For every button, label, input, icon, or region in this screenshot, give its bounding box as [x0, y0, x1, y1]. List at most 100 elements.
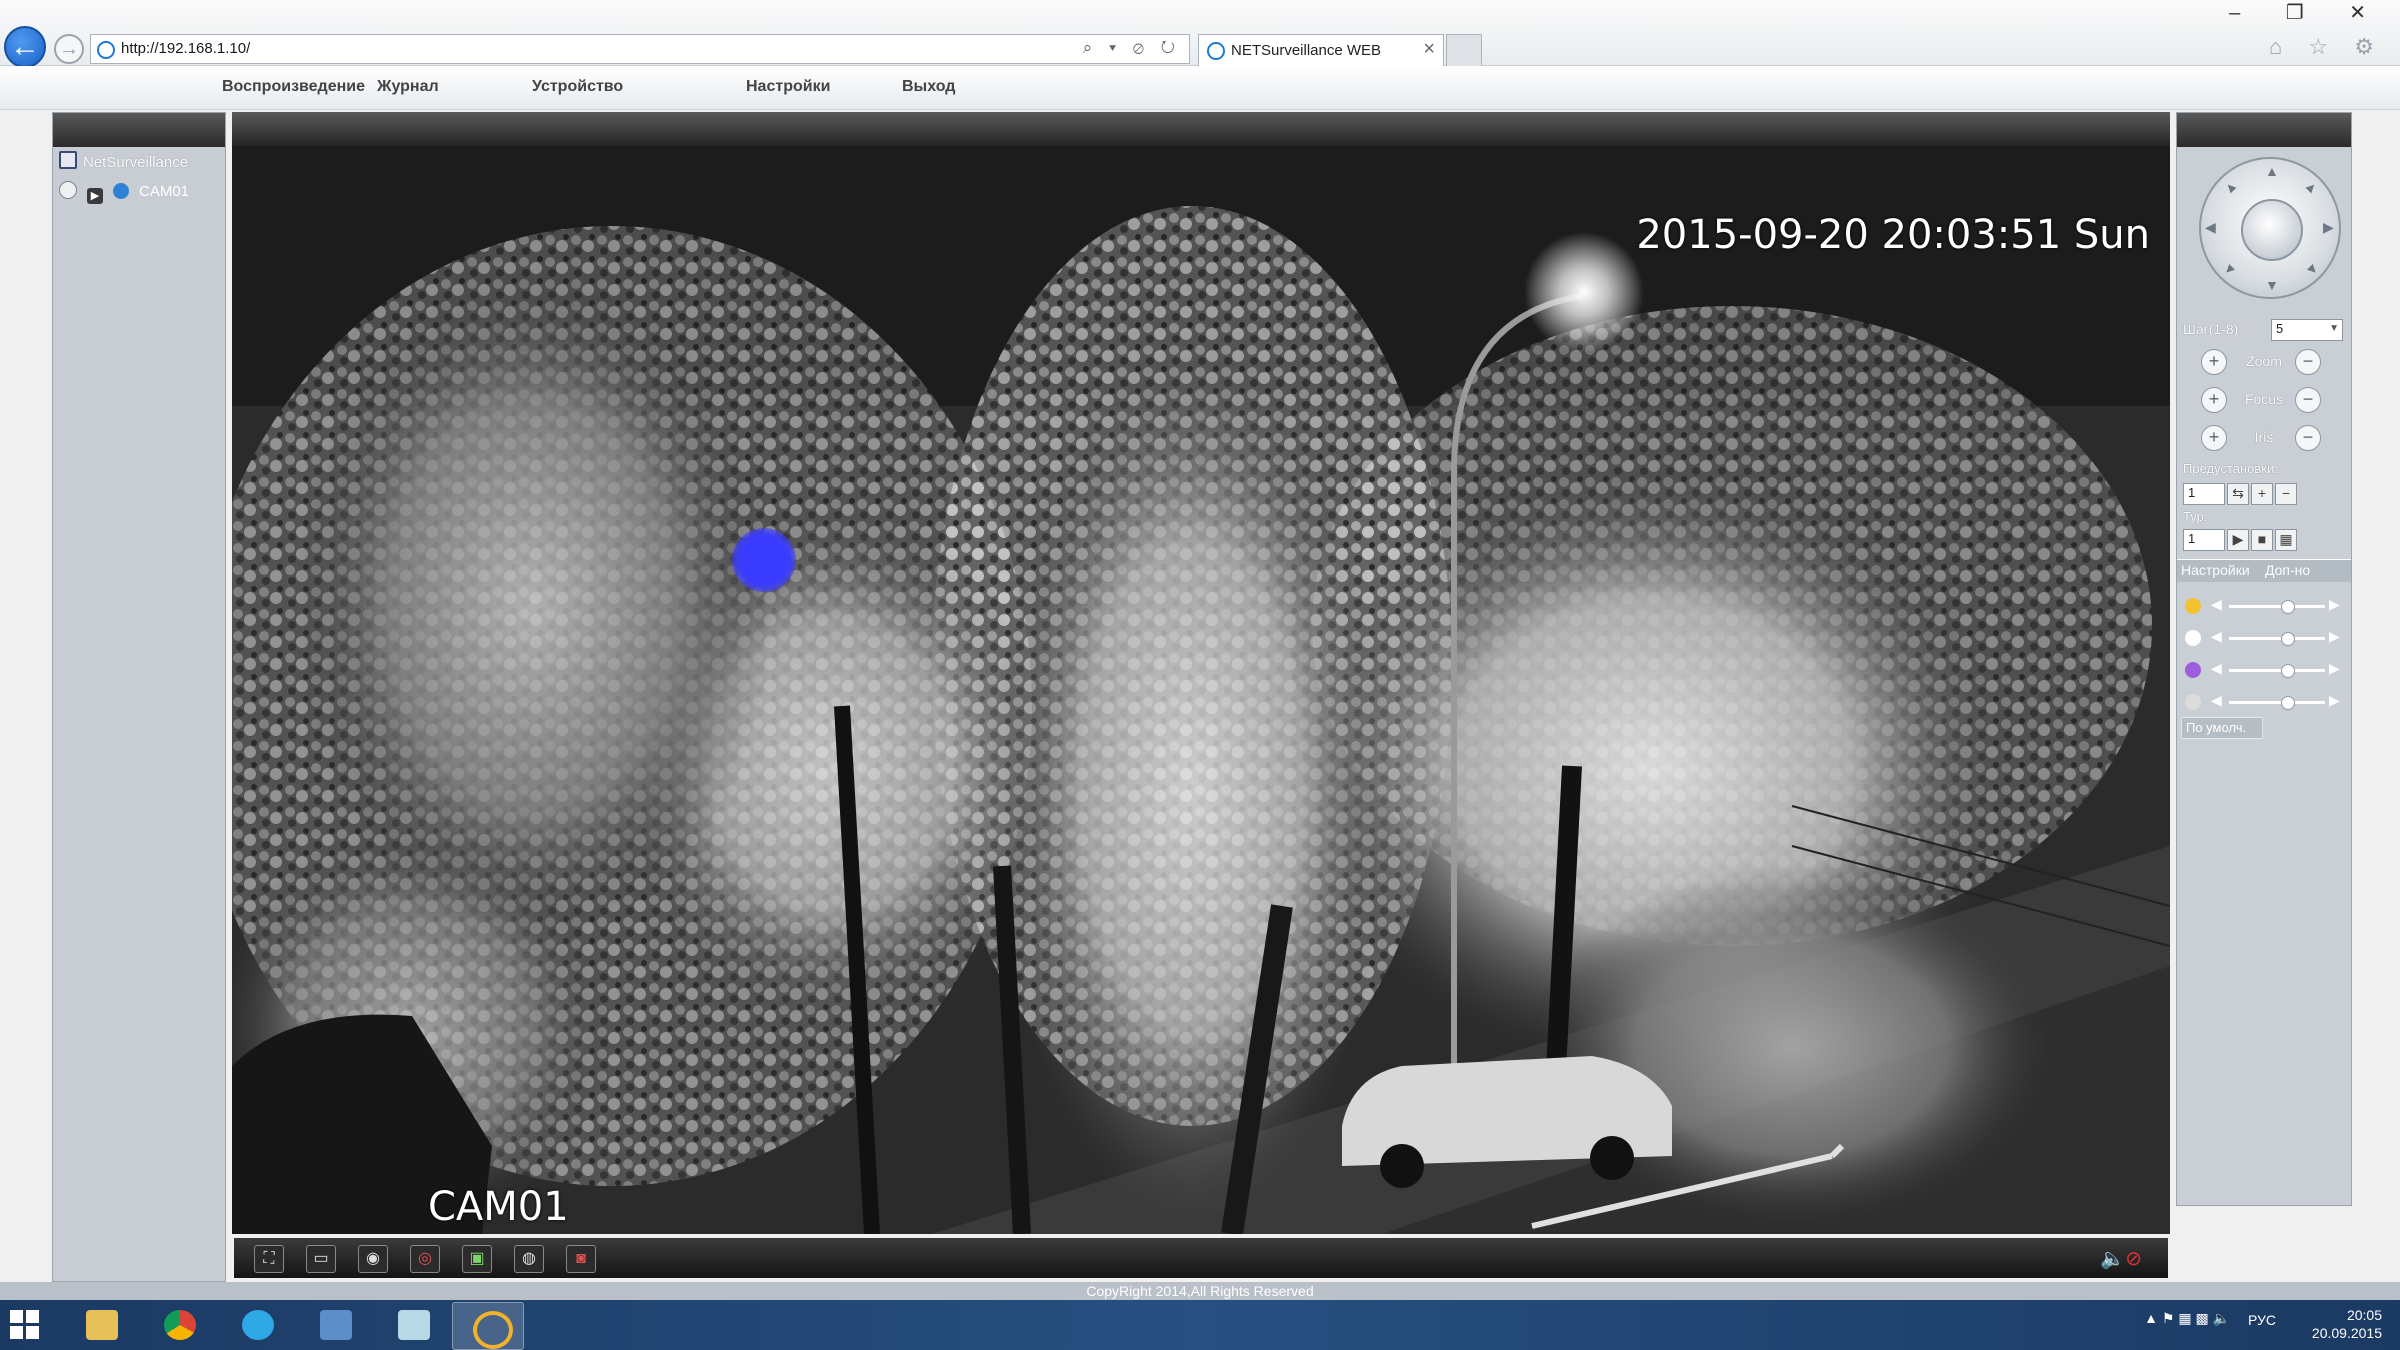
address-action-icons[interactable]: ⌕ ▾ ⊘ ↻: [1083, 38, 1181, 58]
tree-root[interactable]: NetSurveillance: [59, 151, 188, 171]
video-header: [232, 112, 2170, 146]
tab-image-settings[interactable]: Настройки: [2181, 562, 2250, 578]
saturation-decrease-icon[interactable]: ◀: [2211, 660, 2222, 677]
tray-icons[interactable]: ▲ ⚑ ▦ ▩ 🔈: [2144, 1310, 2230, 1327]
default-button[interactable]: По умолч.: [2181, 717, 2263, 739]
tour-play-icon[interactable]: ▶: [2227, 529, 2249, 551]
contrast-increase-icon[interactable]: ▶: [2329, 628, 2340, 645]
ptz-right-icon[interactable]: ▶: [2323, 219, 2334, 236]
tour-grid-icon[interactable]: ▦: [2275, 529, 2297, 551]
ptz-direction-wheel[interactable]: ▲ ▼ ◀ ▶ ▲ ▲ ▼ ▼: [2199, 157, 2341, 299]
snapshot-icon[interactable]: ◎: [410, 1245, 440, 1273]
preset-remove-icon[interactable]: −: [2275, 483, 2297, 505]
image-icon[interactable]: ▣: [462, 1245, 492, 1273]
hue-increase-icon[interactable]: ▶: [2329, 692, 2340, 709]
audio-mute-icon[interactable]: 🔈⊘: [2100, 1246, 2142, 1271]
stop-icon[interactable]: ◙: [566, 1245, 596, 1273]
step-value: 5: [2276, 321, 2284, 336]
focus-row: + Focus −: [2177, 387, 2351, 417]
ptz-left-icon[interactable]: ◀: [2205, 219, 2216, 236]
focus-minus-button[interactable]: −: [2295, 387, 2321, 413]
ptz-center-button[interactable]: [2241, 199, 2303, 261]
hue-slider[interactable]: [2229, 696, 2325, 710]
fullscreen-icon[interactable]: ⛶: [254, 1245, 284, 1273]
brightness-icon: [2185, 598, 2201, 614]
preset-goto-icon[interactable]: ⇆: [2227, 483, 2249, 505]
camera-icon: [113, 183, 129, 199]
saturation-icon: [2185, 662, 2201, 678]
preset-add-icon[interactable]: +: [2251, 483, 2273, 505]
zoom-out-button[interactable]: −: [2295, 349, 2321, 375]
play-icon[interactable]: ▶: [87, 188, 103, 204]
iris-minus-button[interactable]: −: [2295, 425, 2321, 451]
video-feed[interactable]: 2015-09-20 20:03:51 Sun CAM01: [232, 146, 2170, 1234]
contrast-decrease-icon[interactable]: ◀: [2211, 628, 2222, 645]
single-view-icon[interactable]: ▭: [306, 1245, 336, 1273]
brightness-decrease-icon[interactable]: ◀: [2211, 596, 2222, 613]
tour-label: Тур:: [2183, 509, 2208, 524]
address-bar[interactable]: http://192.168.1.10/ ⌕ ▾ ⊘ ↻: [90, 34, 1190, 64]
saturation-slider[interactable]: [2229, 664, 2325, 678]
device-icon: [59, 151, 77, 169]
back-button[interactable]: ←: [4, 26, 46, 68]
saturation-increase-icon[interactable]: ▶: [2329, 660, 2340, 677]
menu-exit[interactable]: Выход: [902, 78, 955, 96]
tour-stop-icon[interactable]: ■: [2251, 529, 2273, 551]
ptz-up-left-icon[interactable]: ▲: [2219, 176, 2240, 197]
preset-input[interactable]: 1: [2183, 483, 2225, 505]
tour-input[interactable]: 1: [2183, 529, 2225, 551]
brightness-increase-icon[interactable]: ▶: [2329, 596, 2340, 613]
taskbar-clock[interactable]: 20:05 20.09.2015: [2312, 1306, 2382, 1342]
hue-decrease-icon[interactable]: ◀: [2211, 692, 2222, 709]
ptz-down-left-icon[interactable]: ▼: [2219, 258, 2240, 279]
menu-settings[interactable]: Настройки: [746, 78, 830, 96]
tab-close-icon[interactable]: ×: [1423, 38, 1435, 61]
brightness-slider-row: ◀ ▶: [2177, 595, 2351, 617]
record-status-icon[interactable]: [59, 181, 77, 199]
browser-toolbar: – ❐ ✕ ← → http://192.168.1.10/ ⌕ ▾ ⊘ ↻ N…: [0, 0, 2400, 68]
taskbar-skype[interactable]: [222, 1302, 292, 1348]
presets-label: Предустановки:: [2183, 461, 2278, 476]
ptz-up-right-icon[interactable]: ▲: [2301, 176, 2322, 197]
tree-camera-item[interactable]: ▶ CAM01: [59, 181, 189, 204]
url-text[interactable]: http://192.168.1.10/: [121, 40, 250, 57]
window-controls[interactable]: – ❐ ✕: [2229, 0, 2386, 25]
hue-slider-handle[interactable]: [2280, 696, 2295, 710]
contrast-slider-handle[interactable]: [2280, 632, 2295, 646]
tab-extra[interactable]: Доп-но: [2265, 562, 2310, 578]
browser-tools-icons[interactable]: ⌂ ☆ ⚙: [2269, 34, 2384, 60]
record-icon[interactable]: ◉: [358, 1245, 388, 1273]
ptz-up-icon[interactable]: ▲: [2265, 163, 2279, 179]
brightness-slider[interactable]: [2229, 600, 2325, 614]
saturation-slider-handle[interactable]: [2280, 664, 2295, 678]
taskbar-explorer[interactable]: [66, 1302, 136, 1348]
menu-log[interactable]: Журнал: [377, 78, 439, 96]
browser-tab[interactable]: NETSurveillance WEB ×: [1198, 34, 1444, 66]
taskbar-ie[interactable]: [452, 1302, 524, 1350]
clock-date: 20.09.2015: [2311, 1325, 2382, 1341]
contrast-slider[interactable]: [2229, 632, 2325, 646]
taskbar-remote[interactable]: [300, 1302, 370, 1348]
taskbar-notes[interactable]: [378, 1302, 448, 1348]
iris-label: Iris: [2254, 429, 2274, 445]
windows-start-icon[interactable]: [10, 1310, 40, 1340]
new-tab-button[interactable]: [1446, 34, 1482, 66]
ptz-down-icon[interactable]: ▼: [2265, 277, 2279, 293]
menu-device[interactable]: Устройство: [532, 78, 623, 96]
menu-playback[interactable]: Воспроизведение: [222, 78, 365, 96]
forward-button[interactable]: →: [54, 34, 84, 64]
camera-label[interactable]: CAM01: [139, 183, 189, 200]
ptz-down-right-icon[interactable]: ▼: [2301, 258, 2322, 279]
brightness-slider-handle[interactable]: [2280, 600, 2295, 614]
step-select[interactable]: 5 ▼: [2271, 319, 2343, 341]
talk-icon[interactable]: ◍: [514, 1245, 544, 1273]
settings-tabs: Настройки Доп-но: [2177, 559, 2351, 582]
clock-time: 20:05: [2346, 1307, 2382, 1323]
taskbar-chrome[interactable]: [144, 1302, 214, 1348]
remote-desktop-icon: [320, 1310, 352, 1340]
tab-title[interactable]: NETSurveillance WEB: [1231, 42, 1381, 59]
chrome-icon: [164, 1310, 196, 1340]
zoom-row: + Zoom −: [2177, 349, 2351, 379]
tree-root-label: NetSurveillance: [83, 154, 189, 171]
language-indicator[interactable]: РУС: [2248, 1312, 2276, 1328]
